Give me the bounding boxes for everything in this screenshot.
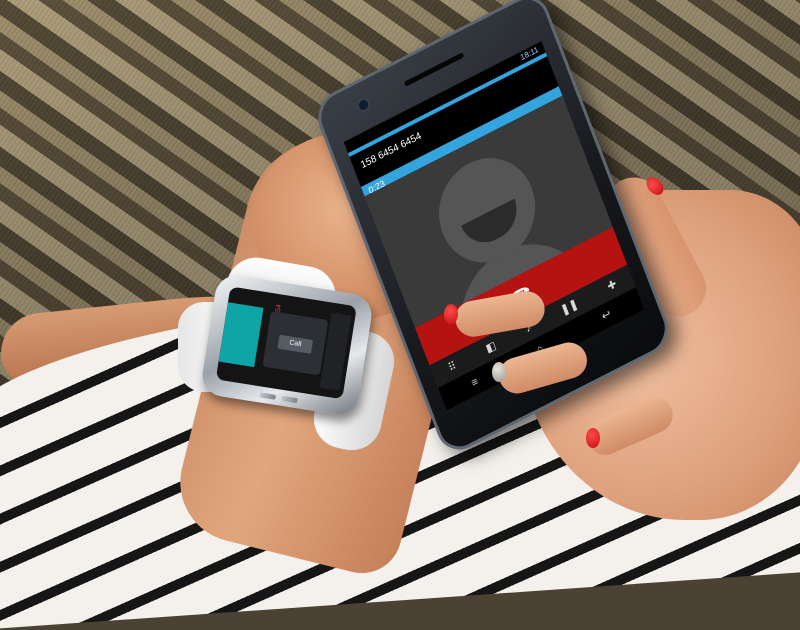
add-person-icon[interactable]: ✚ [606, 278, 619, 293]
earpiece-speaker [403, 52, 465, 87]
dialpad-icon[interactable]: ⠿ [447, 359, 459, 374]
smartwatch: 158 6454 6454 Call [199, 272, 375, 418]
finger-nail [586, 428, 600, 448]
speaker-icon[interactable]: ◧ [484, 339, 498, 355]
finger-nail [444, 304, 458, 324]
back-icon[interactable]: ↩ [600, 307, 613, 322]
watch-button[interactable] [259, 392, 277, 400]
pause-icon[interactable]: ❚❚ [559, 297, 580, 317]
finger-nail-white [492, 362, 506, 382]
front-camera [356, 96, 372, 114]
watch-incoming-indicator [218, 302, 264, 368]
watch-button[interactable] [281, 395, 298, 404]
menu-icon[interactable]: ≡ [470, 375, 480, 389]
watch-screen: 158 6454 6454 Call [215, 286, 357, 400]
